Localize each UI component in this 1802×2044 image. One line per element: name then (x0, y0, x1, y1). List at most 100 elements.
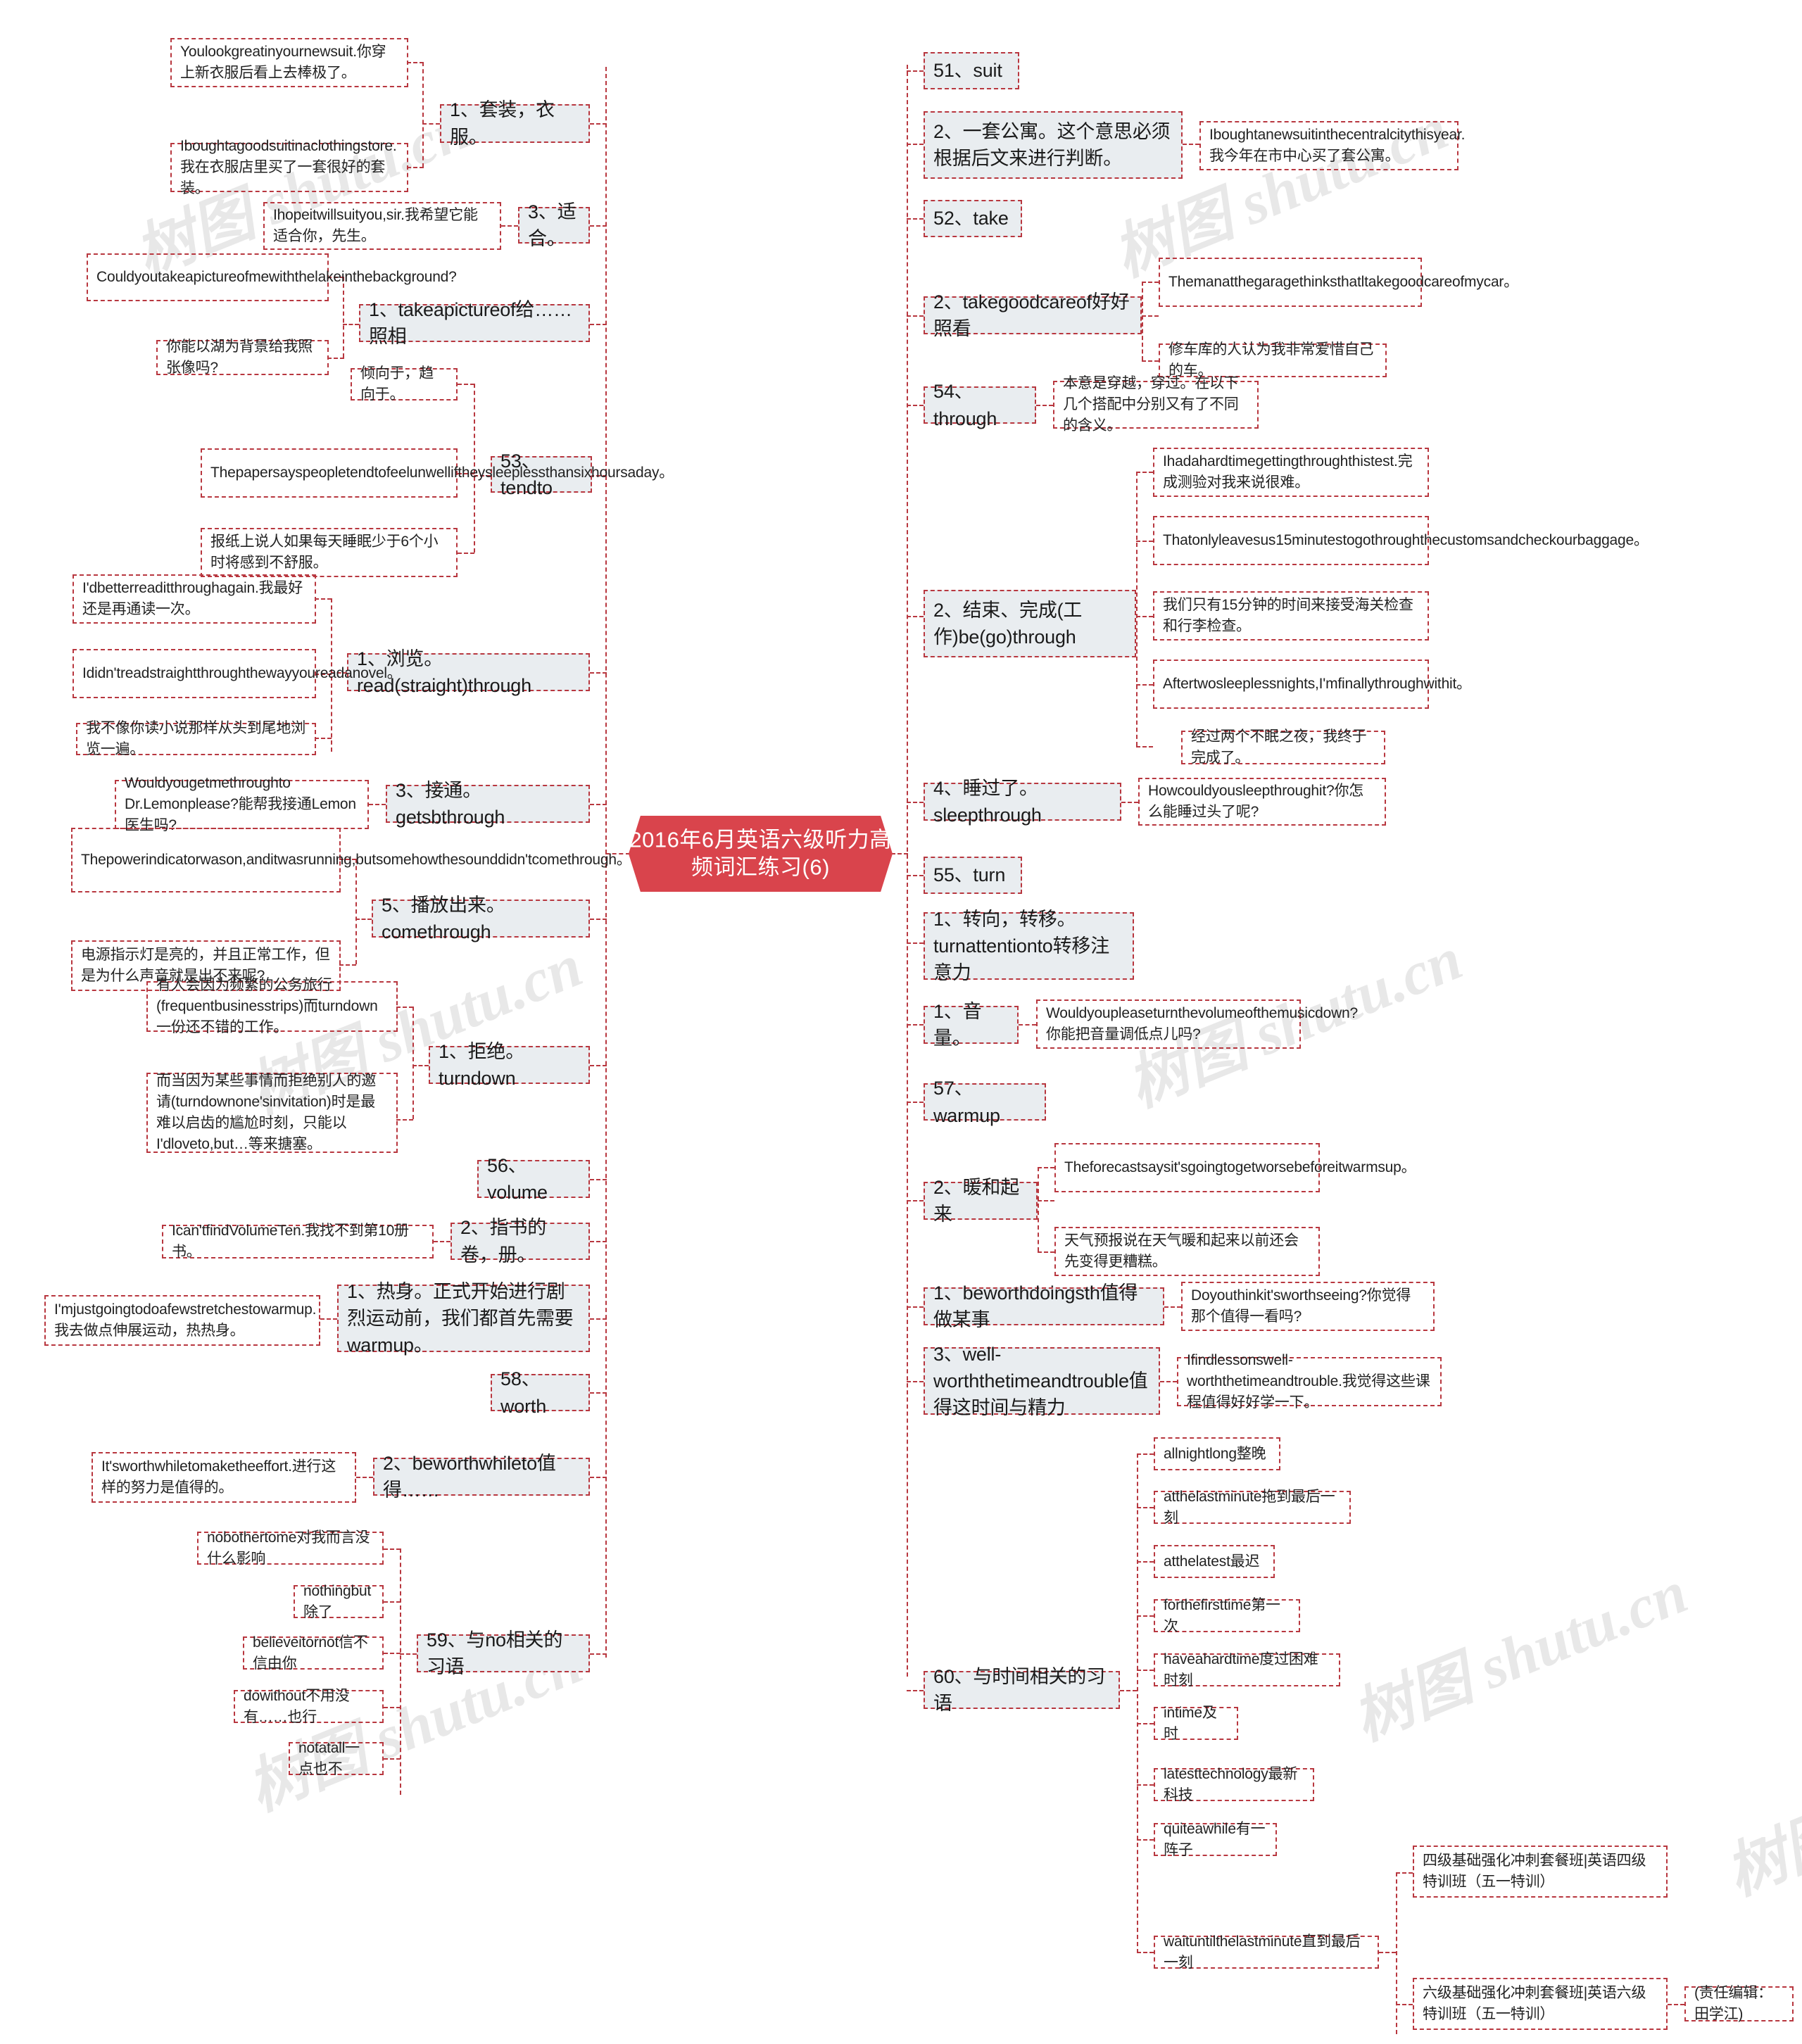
node-come-through[interactable]: 5、播放出来。comethrough (372, 895, 590, 942)
node-through-ex1[interactable]: 本意是穿越，穿过。在以下几个搭配中分别又有了不同的含义。 (1053, 375, 1259, 434)
node-through-2-ex5[interactable]: 经过两个不眠之夜，我终于完成了。 (1181, 728, 1385, 766)
connector-sub (320, 1318, 337, 1320)
node-worth-2[interactable]: 2、beworthwhileto值得…… (373, 1453, 590, 1501)
node-volume[interactable]: 56、volume (477, 1155, 590, 1203)
node-warmup[interactable]: 57、warmup (924, 1078, 1046, 1126)
node-no-idioms-ex5[interactable]: notatall一点也不 (289, 1740, 384, 1777)
node-take-picture[interactable]: 1、takeapictureof给……照相 (359, 299, 590, 347)
node-take-2-ex2[interactable]: 修车库的人认为我非常爱惜自己的车。 (1159, 341, 1387, 379)
node-worth[interactable]: 58、worth (491, 1368, 590, 1417)
connector-stub (590, 225, 607, 227)
node-suit[interactable]: 51、suit (924, 52, 1019, 89)
node-take[interactable]: 52、take (924, 200, 1022, 237)
connector-sub (412, 1007, 414, 1119)
node-label: (责任编辑：田学江) (1694, 1985, 1772, 2022)
connector-sub (1142, 282, 1143, 360)
node-worth-doing[interactable]: 1、beworthdoingsth值得做某事 (924, 1282, 1164, 1330)
node-time-idiom-7[interactable]: latesttechnology最新科技 (1154, 1766, 1314, 1803)
node-volume-2[interactable]: 2、指书的卷，册。 (450, 1217, 590, 1266)
node-turn-down-ex1[interactable]: 有人会因为频繁的公务旅行(frequentbusinesstrips)而turn… (146, 977, 398, 1035)
node-worth-2-ex1[interactable]: It'sworthwhiletomaketheeffort.进行这样的努力是值得… (92, 1452, 356, 1503)
node-time-idiom-2[interactable]: atthelastminute拖到最后一刻 (1154, 1489, 1351, 1526)
node-warmup-1-ex1[interactable]: I'mjustgoingtodoafewstretchestowarmup.我去… (44, 1295, 320, 1346)
node-through[interactable]: 54、through (924, 381, 1036, 429)
node-turn-attention[interactable]: 1、转向，转移。turnattentionto转移注意力 (924, 909, 1134, 983)
connector-sub (1136, 472, 1138, 746)
connector-sub (1137, 1952, 1154, 1953)
node-label: 3、接通。getsbthrough (396, 779, 505, 828)
node-label: 2、beworthwhileto值得…… (383, 1452, 556, 1501)
node-turn-down-ex2[interactable]: 而当因为某些事情而拒绝别人的邀请(turndownone'sinvitation… (146, 1073, 398, 1153)
node-warmup-2-ex2[interactable]: 天气预报说在天气暖和起来以前还会先变得更糟糕。 (1054, 1227, 1320, 1276)
node-editor[interactable]: (责任编辑：田学江) (1684, 1985, 1794, 2022)
node-suit-3[interactable]: 3、适合。 (518, 201, 590, 249)
connector-sub (1120, 1690, 1137, 1691)
node-take-2[interactable]: 2、takegoodcareof好好照看 (924, 291, 1142, 339)
node-time-idiom-6[interactable]: intime及时 (1154, 1705, 1238, 1742)
node-take-picture-ex1[interactable]: Couldyoutakeapictureofmewiththelakeinthe… (87, 253, 457, 301)
node-suit-1-ex2[interactable]: Iboughtagoodsuitinaclothingstore.我在衣服店里买… (170, 138, 408, 196)
node-turn[interactable]: 55、turn (924, 857, 1022, 894)
node-label: Ifindlessonswell-worththetimeandtrouble.… (1187, 1352, 1430, 1411)
connector-sub (384, 1758, 401, 1760)
node-read-through-ex3[interactable]: 我不像你读小说那样从头到尾地浏览一遍。 (76, 720, 316, 757)
node-sleep-through[interactable]: 4、睡过了。sleepthrough (924, 778, 1121, 826)
node-tendto-ex1[interactable]: 倾向于，趋向于。 (351, 365, 458, 403)
connector-sub (384, 1601, 401, 1603)
node-no-idioms-ex3[interactable]: believeitornot信不信由你 (243, 1634, 384, 1672)
node-warmup-1[interactable]: 1、热身。正式开始进行剧烈运动前，我们都首先需要warmup。 (337, 1281, 590, 1356)
node-suit-2-ex1[interactable]: Iboughtanewsuitinthecentralcitythisyear.… (1199, 121, 1465, 170)
node-time-idiom-8[interactable]: quiteawhile有一阵子 (1154, 1821, 1277, 1858)
node-warmup-2-ex1[interactable]: Theforecastsaysit'sgoingtogetworsebefore… (1054, 1143, 1416, 1192)
node-time-idiom-9[interactable]: waituntilthelastminute直到最后一刻 (1154, 1933, 1379, 1971)
node-turn-down[interactable]: 1、拒绝。turndown (429, 1041, 590, 1089)
node-tendto-ex3[interactable]: 报纸上说人如果每天睡眠少于6个小时将感到不舒服。 (201, 528, 458, 577)
root-node[interactable]: 2016年6月英语六级听力高频词汇练习(6) (629, 816, 893, 892)
node-no-idioms[interactable]: 59、与no相关的习语 (417, 1629, 590, 1677)
node-well-worth[interactable]: 3、well-worththetimeandtrouble值得这时间与精力 (924, 1344, 1160, 1418)
node-take-picture-ex2[interactable]: 你能以湖为背景给我照张像吗? (156, 339, 329, 376)
node-sleep-through-ex1[interactable]: Howcouldyousleepthroughit?你怎么能睡过头了呢? (1138, 778, 1386, 826)
node-label: Themanatthegaragethinksthatltakegoodcare… (1168, 274, 1519, 291)
node-get-sb-through-ex1[interactable]: Wouldyougetmethroughto Dr.Lemonplease?能帮… (115, 775, 369, 833)
node-no-idioms-ex2[interactable]: nothingbut除了 (294, 1583, 384, 1620)
node-time-idiom-5[interactable]: haveahardtime度过困难时刻 (1154, 1651, 1340, 1689)
node-through-2-ex4[interactable]: Aftertwosleeplessnights,I'mfinallythroug… (1153, 660, 1471, 709)
node-through-2-ex2[interactable]: Thatonlyleavesus15minutestogothroughthec… (1153, 516, 1649, 565)
node-turn-volume[interactable]: 1、音量。 (924, 1001, 1019, 1049)
node-well-worth-ex1[interactable]: Ifindlessonswell-worththetimeandtrouble.… (1177, 1352, 1442, 1411)
node-read-through-ex1[interactable]: I'dbetterreaditthroughagain.我最好还是再通读一次。 (73, 574, 316, 624)
node-label: nothingbut除了 (303, 1582, 372, 1620)
node-no-idioms-ex1[interactable]: nobothertome对我而言没什么影响 (197, 1529, 384, 1567)
node-course-cet6[interactable]: 六级基础强化冲刺套餐班|英语六级特训班（五一特训） (1413, 1978, 1668, 2030)
node-label: 55、turn (933, 864, 1006, 886)
node-worth-doing-ex1[interactable]: Doyouthinkit'sworthseeing?你觉得那个值得一看吗? (1181, 1282, 1435, 1331)
node-no-idioms-ex4[interactable]: dowithout不用没有……也行 (234, 1688, 384, 1725)
node-time-idiom-4[interactable]: forthefirsttime第一次 (1154, 1597, 1300, 1634)
node-time-idiom-1[interactable]: allnightlong整晚 (1154, 1437, 1280, 1470)
node-time-idioms[interactable]: 60、与时间相关的习语 (924, 1666, 1120, 1714)
node-volume-2-ex1[interactable]: Ican'tfindVolumeTen.我找不到第10册书。 (162, 1223, 434, 1260)
node-time-idiom-3[interactable]: atthelatest最迟 (1154, 1545, 1275, 1578)
node-through-2[interactable]: 2、结束、完成(工作)be(go)through (924, 590, 1136, 657)
node-read-through-ex2[interactable]: Ididn'treadstraightthroughthewayyoureada… (73, 649, 402, 698)
node-suit-3-ex1[interactable]: Ihopeitwillsuityou,sir.我希望它能适合你，先生。 (263, 202, 501, 250)
node-label: 52、take (933, 208, 1009, 229)
node-suit-2[interactable]: 2、一套公寓。这个意思必须根据后文来进行判断。 (924, 111, 1183, 179)
connector-sub (355, 919, 372, 920)
node-turn-volume-ex1[interactable]: Wouldyoupleaseturnthevolumeofthemusicdow… (1036, 999, 1358, 1049)
connector-footer (1396, 1872, 1413, 1874)
node-through-2-ex1[interactable]: Ihadahardtimegettingthroughthistest.完成测验… (1153, 448, 1429, 497)
node-suit-1-ex1[interactable]: Youlookgreatinyournewsuit.你穿上新衣服后看上去棒极了。 (170, 38, 408, 87)
node-tendto-ex2[interactable]: Thepapersayspeopletendtofeelunwellifthey… (201, 448, 674, 498)
connector-sub (1137, 1723, 1154, 1724)
node-come-through-ex1[interactable]: Thepowerindicatorwason,anditwasrunning,b… (71, 828, 631, 892)
connector-stub (907, 1690, 924, 1691)
node-through-2-ex3[interactable]: 我们只有15分钟的时间来接受海关检查和行李检查。 (1153, 591, 1429, 641)
node-get-sb-through[interactable]: 3、接通。getsbthrough (386, 780, 590, 828)
node-course-cet4[interactable]: 四级基础强化冲刺套餐班|英语四级特训班（五一特训） (1413, 1846, 1668, 1898)
node-suit-1[interactable]: 1、套装，衣服。 (440, 99, 590, 148)
node-warmup-2[interactable]: 2、暖和起来 (924, 1177, 1038, 1225)
node-take-2-ex1[interactable]: Themanatthegaragethinksthatltakegoodcare… (1159, 258, 1519, 307)
connector-sub (1137, 1453, 1154, 1455)
